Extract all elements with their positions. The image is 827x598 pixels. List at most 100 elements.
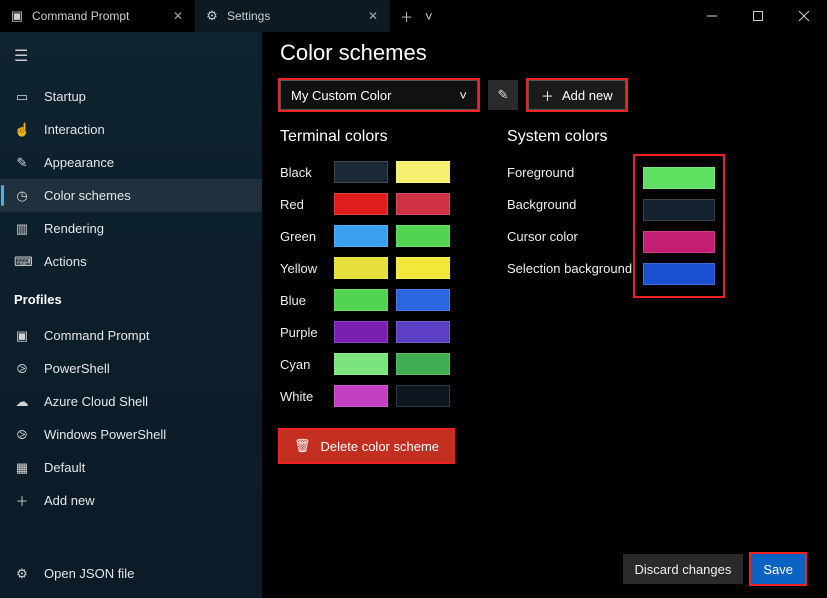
color-swatch-normal[interactable] [334, 321, 388, 343]
color-swatch-bright[interactable] [396, 193, 450, 215]
rename-scheme-button[interactable]: ✎ [488, 80, 518, 110]
color-swatch-bright[interactable] [396, 353, 450, 375]
sidebar-item-color-schemes[interactable]: ◷ Color schemes [0, 179, 262, 212]
minimize-button[interactable] [689, 0, 735, 32]
system-color-row: Background [507, 188, 635, 220]
color-swatch-bright[interactable] [396, 385, 450, 407]
color-swatch[interactable] [643, 231, 715, 253]
sidebar-item-rendering[interactable]: ▥ Rendering [0, 212, 262, 245]
footer-actions: Discard changes Save [280, 542, 805, 598]
color-label: Red [280, 197, 326, 212]
sidebar-item-label: PowerShell [44, 361, 110, 376]
color-label: Selection background [507, 261, 635, 276]
color-swatch-normal[interactable] [334, 289, 388, 311]
sidebar-item-command-prompt[interactable]: ▣ Command Prompt [0, 319, 262, 352]
color-label: Yellow [280, 261, 326, 276]
add-scheme-label: Add new [562, 88, 613, 103]
tab-actions: ＋ ˅ [390, 0, 433, 32]
menu-button[interactable]: ☰ [0, 38, 262, 74]
color-label: Blue [280, 293, 326, 308]
new-tab-button[interactable]: ＋ [400, 7, 413, 26]
maximize-button[interactable] [735, 0, 781, 32]
color-swatch-bright[interactable] [396, 257, 450, 279]
color-swatch-normal[interactable] [334, 385, 388, 407]
sidebar-item-open-json[interactable]: ⚙ Open JSON file [0, 557, 262, 590]
scheme-controls: My Custom Color ˅ ✎ ＋ Add new [280, 80, 805, 110]
terminal-color-row: Cyan [280, 348, 453, 380]
system-swatch-row [643, 194, 715, 226]
chevron-down-icon: ˅ [459, 88, 467, 103]
startup-icon: ▭ [14, 89, 30, 105]
close-window-button[interactable] [781, 0, 827, 32]
sidebar: ☰ ▭ Startup ☝ Interaction ✎ Appearance ◷… [0, 32, 262, 598]
system-colors-column: System colors ForegroundBackgroundCursor… [507, 128, 723, 462]
sidebar-item-label: Command Prompt [44, 328, 149, 343]
close-icon[interactable]: ✕ [169, 9, 187, 23]
terminal-color-row: Black [280, 156, 453, 188]
sidebar-item-appearance[interactable]: ✎ Appearance [0, 146, 262, 179]
close-icon[interactable]: ✕ [364, 9, 382, 23]
sidebar-item-add-new[interactable]: ＋ Add new [0, 484, 262, 517]
sidebar-item-default[interactable]: ▦ Default [0, 451, 262, 484]
scheme-dropdown[interactable]: My Custom Color ˅ [280, 80, 478, 110]
save-button[interactable]: Save [751, 554, 805, 584]
content: Color schemes My Custom Color ˅ ✎ ＋ Add … [262, 32, 827, 598]
page-title: Color schemes [280, 40, 805, 66]
discard-changes-button[interactable]: Discard changes [623, 554, 744, 584]
color-swatch-normal[interactable] [334, 257, 388, 279]
color-swatch[interactable] [643, 263, 715, 285]
system-color-row: Cursor color [507, 220, 635, 252]
sidebar-item-azure-cloud-shell[interactable]: ☁ Azure Cloud Shell [0, 385, 262, 418]
system-swatch-row [643, 258, 715, 290]
plus-icon: ＋ [14, 491, 30, 510]
save-label: Save [763, 562, 793, 577]
color-swatch-normal[interactable] [334, 193, 388, 215]
sidebar-item-powershell[interactable]: ⧁ PowerShell [0, 352, 262, 385]
sidebar-item-windows-powershell[interactable]: ⧁ Windows PowerShell [0, 418, 262, 451]
sidebar-item-label: Interaction [44, 122, 105, 137]
terminal-colors-column: Terminal colors BlackRedGreenYellowBlueP… [280, 128, 453, 462]
color-columns: Terminal colors BlackRedGreenYellowBlueP… [280, 128, 805, 462]
color-swatch-bright[interactable] [396, 289, 450, 311]
color-label: Green [280, 229, 326, 244]
color-swatch-normal[interactable] [334, 225, 388, 247]
color-swatch-normal[interactable] [334, 161, 388, 183]
scheme-selected: My Custom Color [291, 88, 391, 103]
tab-title: Command Prompt [32, 9, 161, 23]
delete-scheme-button[interactable]: 🗑 Delete color scheme [280, 430, 453, 462]
color-label: White [280, 389, 326, 404]
terminal-color-row: Blue [280, 284, 453, 316]
color-swatch-bright[interactable] [396, 225, 450, 247]
sidebar-item-startup[interactable]: ▭ Startup [0, 80, 262, 113]
appearance-icon: ✎ [14, 155, 30, 171]
terminal-color-row: Green [280, 220, 453, 252]
powershell-icon: ⧁ [14, 361, 30, 377]
color-label: Background [507, 197, 635, 212]
tab-dropdown-button[interactable]: ˅ [425, 9, 433, 24]
color-swatch[interactable] [643, 167, 715, 189]
titlebar: ▣ Command Prompt ✕ ⚙ Settings ✕ ＋ ˅ [0, 0, 827, 32]
sidebar-item-label: Color schemes [44, 188, 131, 203]
add-scheme-button[interactable]: ＋ Add new [528, 80, 626, 110]
azure-icon: ☁ [14, 394, 30, 410]
terminal-color-row: Red [280, 188, 453, 220]
tab-title: Settings [227, 9, 356, 23]
system-color-row: Selection background [507, 252, 635, 284]
discard-label: Discard changes [635, 562, 732, 577]
tab-command-prompt[interactable]: ▣ Command Prompt ✕ [0, 0, 195, 32]
color-swatch-bright[interactable] [396, 321, 450, 343]
sidebar-item-label: Azure Cloud Shell [44, 394, 148, 409]
sidebar-item-label: Actions [44, 254, 87, 269]
sidebar-item-interaction[interactable]: ☝ Interaction [0, 113, 262, 146]
system-color-row: Foreground [507, 156, 635, 188]
sidebar-item-actions[interactable]: ⌨ Actions [0, 245, 262, 278]
terminal-color-row: Yellow [280, 252, 453, 284]
tab-settings[interactable]: ⚙ Settings ✕ [195, 0, 390, 32]
color-swatch[interactable] [643, 199, 715, 221]
color-swatch-normal[interactable] [334, 353, 388, 375]
cmd-icon: ▣ [14, 328, 30, 344]
color-swatch-bright[interactable] [396, 161, 450, 183]
terminal-icon: ▣ [10, 8, 24, 24]
profiles-heading: Profiles [0, 278, 262, 313]
system-swatches-group [635, 156, 723, 296]
